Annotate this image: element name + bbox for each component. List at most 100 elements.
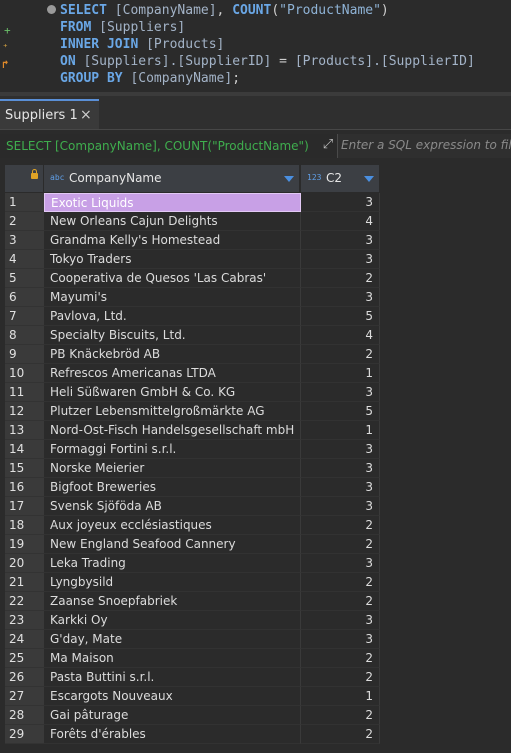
cell-c2[interactable]: 3: [301, 630, 380, 649]
cell-companyname[interactable]: Grandma Kelly's Homestead: [44, 231, 301, 250]
code-line[interactable]: INNER JOIN [Products]: [60, 36, 475, 53]
expand-icon[interactable]: ⤢: [319, 137, 337, 155]
fold-icon[interactable]: [47, 5, 56, 14]
cell-c2[interactable]: 2: [301, 535, 380, 554]
cell-c2[interactable]: 2: [301, 668, 380, 687]
table-row[interactable]: 7 Pavlova, Ltd. 5: [0, 307, 511, 326]
table-row[interactable]: 8 Specialty Biscuits, Ltd. 4: [0, 326, 511, 345]
table-row[interactable]: 23 Karkki Oy 3: [0, 611, 511, 630]
cell-companyname[interactable]: Refrescos Americanas LTDA: [44, 364, 301, 383]
cell-c2[interactable]: 1: [301, 687, 380, 706]
table-row[interactable]: 15 Norske Meierier 3: [0, 459, 511, 478]
cell-c2[interactable]: 4: [301, 326, 380, 345]
table-row[interactable]: 27 Escargots Nouveaux 1: [0, 687, 511, 706]
cell-companyname[interactable]: Nord-Ost-Fisch Handelsgesellschaft mbH: [44, 421, 301, 440]
cell-c2[interactable]: 1: [301, 421, 380, 440]
cell-companyname[interactable]: G'day, Mate: [44, 630, 301, 649]
code-line[interactable]: SELECT [CompanyName], COUNT("ProductName…: [60, 2, 475, 19]
cell-companyname[interactable]: Tokyo Traders: [44, 250, 301, 269]
cell-companyname[interactable]: Norske Meierier: [44, 459, 301, 478]
cell-companyname[interactable]: Escargots Nouveaux: [44, 687, 301, 706]
cell-c2[interactable]: 3: [301, 611, 380, 630]
cell-companyname[interactable]: Specialty Biscuits, Ltd.: [44, 326, 301, 345]
cell-companyname[interactable]: Ma Maison: [44, 649, 301, 668]
table-row[interactable]: 21 Lyngbysild 2: [0, 573, 511, 592]
table-row[interactable]: 2 New Orleans Cajun Delights 4: [0, 212, 511, 231]
cell-c2[interactable]: 3: [301, 440, 380, 459]
cell-companyname[interactable]: Heli Süßwaren GmbH & Co. KG: [44, 383, 301, 402]
cell-companyname[interactable]: Pasta Buttini s.r.l.: [44, 668, 301, 687]
cell-c2[interactable]: 2: [301, 725, 380, 744]
cell-companyname[interactable]: Gai pâturage: [44, 706, 301, 725]
cell-companyname[interactable]: New England Seafood Cannery: [44, 535, 301, 554]
table-row[interactable]: 13 Nord-Ost-Fisch Handelsgesellschaft mbH…: [0, 421, 511, 440]
cell-companyname[interactable]: Exotic Liquids: [44, 193, 301, 212]
table-row[interactable]: 25 Ma Maison 2: [0, 649, 511, 668]
cell-companyname[interactable]: Mayumi's: [44, 288, 301, 307]
code-line[interactable]: FROM [Suppliers]: [60, 19, 475, 36]
cell-c2[interactable]: 1: [301, 364, 380, 383]
code-line[interactable]: GROUP BY [CompanyName];: [60, 70, 475, 87]
cell-c2[interactable]: 5: [301, 402, 380, 421]
sort-icon[interactable]: [284, 176, 294, 182]
code-line[interactable]: ON [Suppliers].[SupplierID] = [Products]…: [60, 53, 475, 70]
cell-c2[interactable]: 3: [301, 288, 380, 307]
table-row[interactable]: 9 PB Knäckebröd AB 2: [0, 345, 511, 364]
filter-query-text[interactable]: SELECT [CompanyName], COUNT("ProductName…: [6, 139, 309, 153]
cell-companyname[interactable]: Formaggi Fortini s.r.l.: [44, 440, 301, 459]
cell-companyname[interactable]: Plutzer Lebensmittelgroßmärkte AG: [44, 402, 301, 421]
table-row[interactable]: 6 Mayumi's 3: [0, 288, 511, 307]
table-row[interactable]: 16 Bigfoot Breweries 3: [0, 478, 511, 497]
cell-c2[interactable]: 2: [301, 269, 380, 288]
cell-c2[interactable]: 3: [301, 231, 380, 250]
table-row[interactable]: 4 Tokyo Traders 3: [0, 250, 511, 269]
cell-companyname[interactable]: Leka Trading: [44, 554, 301, 573]
tab-suppliers-1[interactable]: Suppliers 1 ×: [0, 99, 99, 129]
cell-companyname[interactable]: Cooperativa de Quesos 'Las Cabras': [44, 269, 301, 288]
table-row[interactable]: 1 Exotic Liquids 3: [0, 193, 511, 212]
column-header-companyname[interactable]: abc CompanyName: [44, 165, 300, 192]
cell-c2[interactable]: 4: [301, 212, 380, 231]
table-row[interactable]: 29 Forêts d'érables 2: [0, 725, 511, 744]
sort-icon[interactable]: [364, 176, 374, 182]
cell-c2[interactable]: 5: [301, 307, 380, 326]
table-row[interactable]: 11 Heli Süßwaren GmbH & Co. KG 3: [0, 383, 511, 402]
cell-c2[interactable]: 3: [301, 250, 380, 269]
cell-companyname[interactable]: Forêts d'érables: [44, 725, 301, 744]
cell-companyname[interactable]: New Orleans Cajun Delights: [44, 212, 301, 231]
cell-c2[interactable]: 2: [301, 573, 380, 592]
cell-companyname[interactable]: Karkki Oy: [44, 611, 301, 630]
table-row[interactable]: 14 Formaggi Fortini s.r.l. 3: [0, 440, 511, 459]
cell-c2[interactable]: 3: [301, 497, 380, 516]
cell-companyname[interactable]: Svensk Sjöföda AB: [44, 497, 301, 516]
table-row[interactable]: 12 Plutzer Lebensmittelgroßmärkte AG 5: [0, 402, 511, 421]
cell-c2[interactable]: 2: [301, 345, 380, 364]
cell-c2[interactable]: 3: [301, 554, 380, 573]
sql-editor[interactable]: + ⁺ ↱ SELECT [CompanyName], COUNT("Produ…: [0, 0, 511, 92]
table-row[interactable]: 20 Leka Trading 3: [0, 554, 511, 573]
table-row[interactable]: 24 G'day, Mate 3: [0, 630, 511, 649]
table-row[interactable]: 19 New England Seafood Cannery 2: [0, 535, 511, 554]
cell-c2[interactable]: 2: [301, 706, 380, 725]
cell-c2[interactable]: 3: [301, 193, 380, 212]
column-header-c2[interactable]: 123 C2: [301, 165, 380, 192]
cell-c2[interactable]: 2: [301, 592, 380, 611]
table-row[interactable]: 28 Gai pâturage 2: [0, 706, 511, 725]
cell-c2[interactable]: 3: [301, 478, 380, 497]
table-row[interactable]: 3 Grandma Kelly's Homestead 3: [0, 231, 511, 250]
cell-companyname[interactable]: Bigfoot Breweries: [44, 478, 301, 497]
cell-c2[interactable]: 3: [301, 459, 380, 478]
table-row[interactable]: 26 Pasta Buttini s.r.l. 2: [0, 668, 511, 687]
cell-c2[interactable]: 3: [301, 383, 380, 402]
cell-companyname[interactable]: Zaanse Snoepfabriek: [44, 592, 301, 611]
cell-companyname[interactable]: Pavlova, Ltd.: [44, 307, 301, 326]
table-row[interactable]: 22 Zaanse Snoepfabriek 2: [0, 592, 511, 611]
table-row[interactable]: 5 Cooperativa de Quesos 'Las Cabras' 2: [0, 269, 511, 288]
table-row[interactable]: 17 Svensk Sjöföda AB 3: [0, 497, 511, 516]
cell-companyname[interactable]: PB Knäckebröd AB: [44, 345, 301, 364]
table-row[interactable]: 10 Refrescos Americanas LTDA 1: [0, 364, 511, 383]
results-grid[interactable]: abc CompanyName 123 C2 1 Exotic Liquids 3 2…: [0, 162, 511, 753]
cell-c2[interactable]: 2: [301, 516, 380, 535]
cell-companyname[interactable]: Aux joyeux ecclésiastiques: [44, 516, 301, 535]
close-icon[interactable]: ×: [80, 107, 92, 123]
